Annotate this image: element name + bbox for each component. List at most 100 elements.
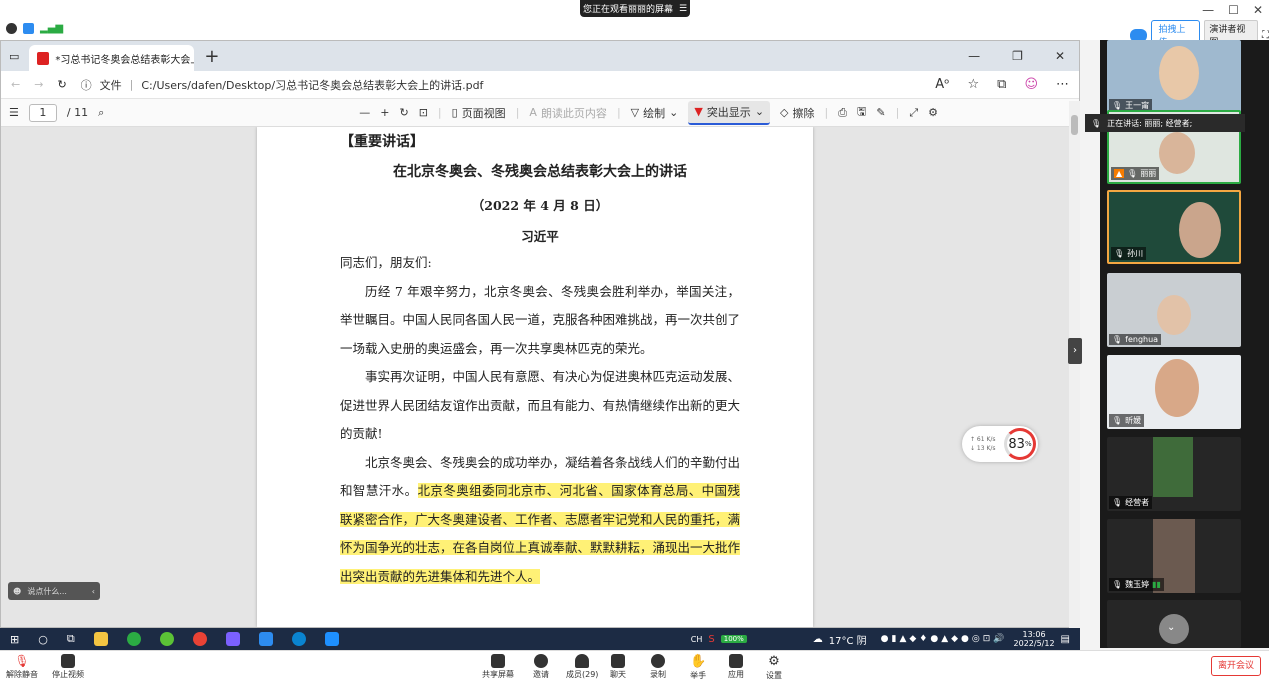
- chat-input[interactable]: ☻ 说点什么... ‹: [8, 582, 100, 600]
- contents-icon[interactable]: ☰: [9, 106, 19, 119]
- video-tile[interactable]: 🎙 魏玉婷 ▮▮: [1107, 519, 1241, 593]
- mic-icon: 🎙: [1127, 169, 1138, 178]
- rotate-icon[interactable]: ↻: [399, 106, 408, 119]
- close-button[interactable]: ✕: [1253, 3, 1263, 17]
- forward-icon[interactable]: →: [34, 78, 43, 91]
- user-icon: ▲: [1114, 169, 1125, 178]
- chrome-icon[interactable]: [192, 632, 207, 646]
- page-view-button[interactable]: ▯ 页面视图: [452, 105, 506, 121]
- video-tile[interactable]: 🎙 昕媛: [1107, 355, 1241, 429]
- task-view-icon[interactable]: ⧉: [67, 632, 75, 646]
- search-icon[interactable]: ○: [38, 633, 48, 646]
- share-screen-icon: [491, 654, 505, 668]
- weather-text[interactable]: 17°C 阴: [829, 632, 867, 647]
- highlight-button[interactable]: ▼ 突出显示 ⌄: [688, 100, 771, 125]
- page-number-input[interactable]: 1: [28, 103, 57, 122]
- edge-icon[interactable]: [291, 632, 306, 646]
- network-widget[interactable]: ↑ 61 K/s ↓ 13 K/s 83%: [962, 426, 1038, 462]
- mute-label: 解除静音: [6, 670, 38, 679]
- emoji-icon[interactable]: ☻: [13, 587, 21, 596]
- mic-icon: 🎙: [1112, 580, 1123, 589]
- wechat-icon[interactable]: [126, 632, 141, 646]
- browser-close-button[interactable]: ✕: [1055, 49, 1065, 63]
- weather-icon[interactable]: ☁: [813, 634, 823, 645]
- battery-indicator[interactable]: 100%: [720, 635, 747, 643]
- document-title: 在北京冬奥会、冬残奥会总结表彰大会上的讲话: [393, 164, 687, 180]
- video-tile[interactable]: 🎙 王一甯: [1107, 40, 1241, 114]
- browser-app-icon[interactable]: [159, 632, 174, 646]
- refresh-icon[interactable]: ↻: [57, 78, 66, 91]
- browser-restore-button[interactable]: ❐: [1012, 49, 1023, 63]
- mute-button[interactable]: 🎙 解除静音: [6, 654, 38, 680]
- video-tile[interactable]: 🎙 孙川: [1107, 190, 1241, 264]
- save-icon[interactable]: 🖫: [857, 103, 866, 122]
- tray-icons[interactable]: ●▮▲◆♦●▲◆●◎⊡🔊: [881, 634, 1008, 644]
- fit-page-icon[interactable]: ⊡: [419, 106, 428, 119]
- file-explorer-icon[interactable]: [93, 632, 108, 646]
- print-icon[interactable]: ⎙: [838, 106, 847, 120]
- zoom-out-icon[interactable]: —: [359, 106, 370, 119]
- notification-icon[interactable]: ▤: [1061, 634, 1070, 645]
- participant-name: 经营者: [1125, 498, 1150, 507]
- favorites-icon[interactable]: ☆: [967, 77, 979, 92]
- photos-icon[interactable]: [258, 632, 273, 646]
- maximize-button[interactable]: ☐: [1228, 3, 1239, 17]
- draw-button[interactable]: ▽ 绘制 ⌄: [631, 105, 679, 121]
- app-icon[interactable]: [225, 632, 240, 646]
- info-icon[interactable]: [6, 23, 17, 34]
- video-button[interactable]: 停止视频: [52, 654, 84, 680]
- tab-actions-icon[interactable]: ▭: [9, 50, 19, 63]
- minimize-button[interactable]: —: [1202, 3, 1214, 17]
- app-tray-icon[interactable]: S: [708, 634, 714, 645]
- profile-icon[interactable]: ☺: [1024, 77, 1038, 92]
- fullscreen-icon[interactable]: ⛶: [1262, 30, 1269, 41]
- read-aloud-button[interactable]: A 朗读此页内容: [529, 105, 607, 121]
- highlight-label: 突出显示: [706, 105, 751, 119]
- signal-icon[interactable]: ▂▄▆: [40, 23, 63, 34]
- browser-minimize-button[interactable]: —: [968, 49, 980, 63]
- windows-start-icon[interactable]: ⊞: [10, 633, 19, 646]
- share-screen-button[interactable]: 共享屏幕: [482, 654, 514, 680]
- members-button[interactable]: 成员(29): [566, 654, 598, 680]
- erase-button[interactable]: ◇ 擦除: [780, 105, 814, 121]
- clock[interactable]: 13:06 2022/5/12: [1014, 630, 1055, 648]
- search-icon[interactable]: ⌕: [98, 106, 104, 120]
- fullscreen-icon[interactable]: ⤢: [909, 106, 918, 120]
- scroll-thumb[interactable]: [1071, 115, 1078, 135]
- chat-button[interactable]: 聊天: [610, 654, 626, 680]
- salutation: 同志们，朋友们:: [340, 255, 432, 270]
- collections-icon[interactable]: ⧉: [997, 77, 1006, 92]
- video-tile[interactable]: 🎙 经营者: [1107, 437, 1241, 511]
- vertical-scrollbar[interactable]: [1069, 101, 1080, 628]
- chevron-down-icon[interactable]: ⌄: [1167, 622, 1175, 633]
- new-tab-button[interactable]: +: [204, 46, 219, 67]
- share-banner[interactable]: 您正在观看丽丽的屏幕 ☰: [580, 0, 690, 17]
- invite-button[interactable]: 邀请: [533, 654, 549, 680]
- leave-meeting-button[interactable]: 离开会议: [1211, 656, 1261, 676]
- video-tile[interactable]: 🎙 fenghua: [1107, 273, 1241, 347]
- raise-hand-label: 举手: [690, 671, 707, 680]
- gauge-unit: %: [1024, 440, 1032, 448]
- url-field[interactable]: ⓘ 文件 | C:/Users/dafen/Desktop/习总书记冬奥会总结表…: [81, 77, 484, 93]
- collapse-chat-icon[interactable]: ‹: [92, 587, 95, 596]
- apps-button[interactable]: 应用: [728, 654, 744, 680]
- raise-hand-button[interactable]: ✋ 举手: [690, 654, 706, 681]
- shield-icon[interactable]: [23, 23, 34, 34]
- video-label: 停止视频: [52, 670, 84, 679]
- settings-icon[interactable]: ⚙: [928, 106, 938, 119]
- collapse-panel-button[interactable]: ›: [1068, 338, 1082, 364]
- settings-button[interactable]: ⚙ 设置: [766, 654, 782, 681]
- pdf-viewport[interactable]: 【重要讲话】 在北京冬奥会、冬残奥会总结表彰大会上的讲话 （2022 年 4 月…: [1, 127, 1069, 627]
- save-as-icon[interactable]: ✎: [876, 106, 885, 119]
- highlighted-text[interactable]: 北京冬奥组委同北京市、河北省、国家体育总局、中国残联紧密合作，广大冬奥建设者、工…: [340, 483, 741, 584]
- zoom-app-icon[interactable]: [324, 632, 339, 646]
- reader-icon[interactable]: Aᵒ: [935, 77, 949, 92]
- participant-video: [1179, 202, 1221, 258]
- tab-pdf[interactable]: *习总书记冬奥会总结表彰大会上 ×: [29, 45, 195, 71]
- back-icon[interactable]: ←: [11, 78, 20, 91]
- zoom-in-icon[interactable]: +: [380, 106, 389, 119]
- record-button[interactable]: 录制: [650, 654, 666, 680]
- ime-indicator[interactable]: CH: [691, 635, 703, 644]
- video-tile[interactable]: ⌄: [1107, 600, 1241, 648]
- more-icon[interactable]: ⋯: [1056, 77, 1069, 92]
